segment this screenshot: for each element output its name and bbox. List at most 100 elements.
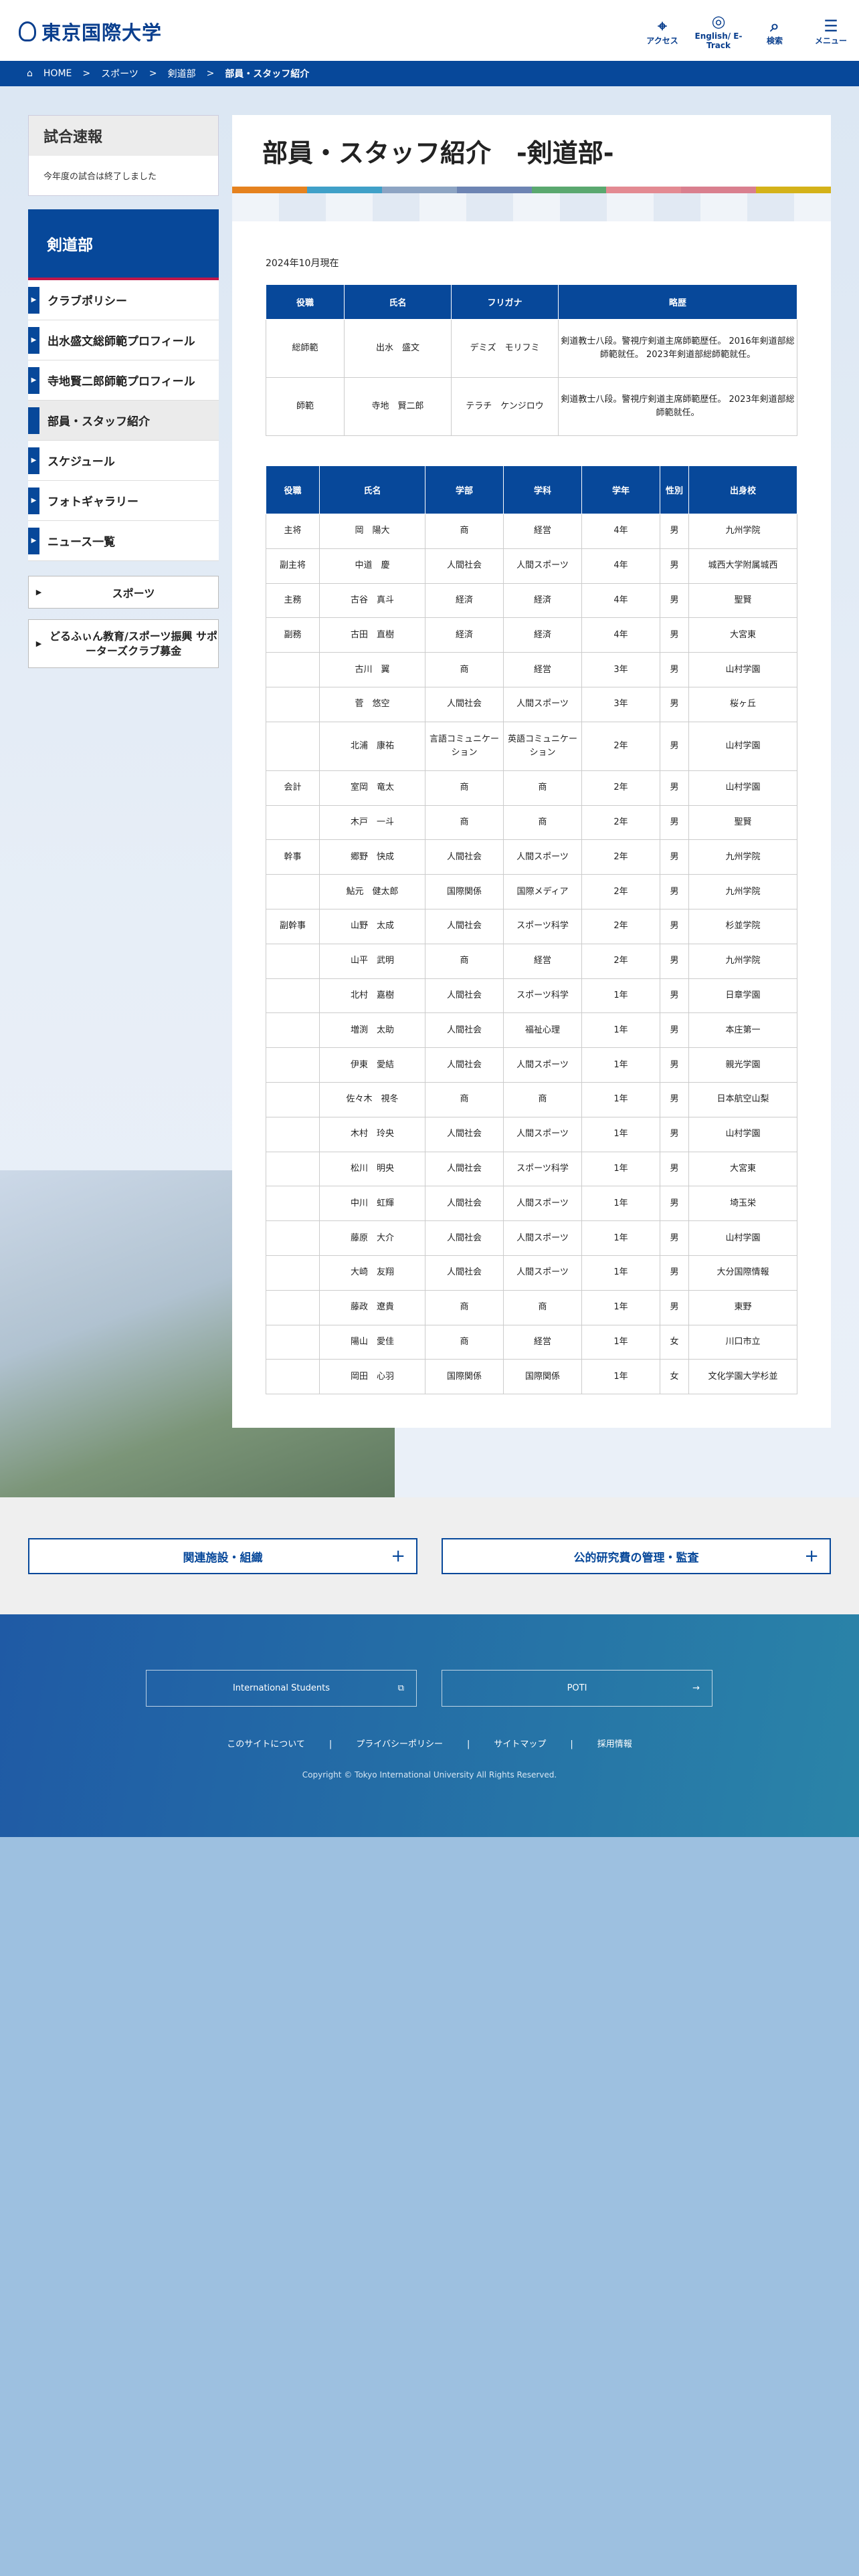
chevron-right-icon: ▶ xyxy=(35,588,42,597)
club-title[interactable]: 剣道部 xyxy=(28,209,219,280)
table-cell: 会計 xyxy=(266,770,320,806)
table-cell: 商 xyxy=(503,770,582,806)
sidebar-menu-item[interactable]: ▶ フォトギャラリー xyxy=(28,481,219,521)
sidebar-menu-item[interactable]: 部員・スタッフ紹介 xyxy=(28,401,219,441)
table-cell: 総師範 xyxy=(266,319,345,378)
support-fund-button[interactable]: ▶ どるふぃん教育/スポーツ振興 サポーターズクラブ募金 xyxy=(28,619,219,668)
table-cell xyxy=(266,1047,320,1083)
table-cell: 古田 直樹 xyxy=(319,617,425,653)
table-cell: 佐々木 視冬 xyxy=(319,1081,425,1117)
table-cell: 1年 xyxy=(581,1081,660,1117)
site-header: 東京国際大学 ⌖ アクセス ◎ English/ E-Track ⌕ 検索 ☰ メニュー xyxy=(0,0,859,61)
sports-button[interactable]: ▶ スポーツ xyxy=(28,576,219,609)
sidebar-menu-item[interactable]: ▶ 出水盛文総師範プロフィール xyxy=(28,320,219,360)
table-cell: 藤政 遼貴 xyxy=(319,1289,425,1325)
table-cell: 男 xyxy=(660,1081,689,1117)
table-cell xyxy=(266,1151,320,1187)
sidebar-menu-label: スケジュール xyxy=(47,455,115,469)
table-cell: 男 xyxy=(660,874,689,909)
table-row: 伊東 愛結 人間社会 人間スポーツ 1年男親光学園 xyxy=(266,1047,797,1083)
table-cell: 商 xyxy=(425,943,504,979)
breadcrumb-item: 部員・スタッフ紹介 xyxy=(225,69,310,80)
table-cell: 男 xyxy=(660,514,689,549)
breadcrumb-item[interactable]: スポーツ xyxy=(101,67,138,80)
international-students-button[interactable]: International Students ⧉ xyxy=(146,1670,417,1707)
table-cell: 1年 xyxy=(581,1151,660,1187)
research-funds-button[interactable]: 公的研究費の管理・監査 + xyxy=(442,1538,831,1574)
footer-link[interactable]: プライバシーポリシー xyxy=(356,1739,443,1749)
table-cell: 商 xyxy=(425,1081,504,1117)
table-cell: デミズ モリフミ xyxy=(451,319,559,378)
table-cell: 男 xyxy=(660,1151,689,1187)
table-cell: 人間スポーツ xyxy=(503,1255,582,1291)
header-menu-button[interactable]: ☰ メニュー xyxy=(803,0,859,61)
table-cell: 中道 慶 xyxy=(319,548,425,584)
search-icon: ⌕ xyxy=(770,16,779,35)
table-cell xyxy=(266,721,320,771)
logo-emblem-icon xyxy=(19,21,36,41)
table-cell: 中川 虹輝 xyxy=(319,1186,425,1222)
table-cell: 商 xyxy=(503,1289,582,1325)
table-header: 学年 xyxy=(581,465,660,514)
breadcrumb-item[interactable]: 剣道部 xyxy=(168,67,196,80)
chevron-right-icon: ▶ xyxy=(28,286,39,314)
university-logo[interactable]: 東京国際大学 xyxy=(19,17,162,45)
table-cell: 人間社会 xyxy=(425,548,504,584)
table-cell: 郷野 快成 xyxy=(319,839,425,875)
table-cell: 女 xyxy=(660,1359,689,1395)
sidebar-menu-item[interactable]: ▶ 寺地賢二郎師範プロフィール xyxy=(28,360,219,401)
table-cell: 3年 xyxy=(581,652,660,687)
staff-table: 役職 氏名 フリガナ 略歴 総師範 出水 盛文 デミズ モリフミ 剣道教士八段。警視庁剣道主… xyxy=(266,284,797,436)
table-cell: 人間社会 xyxy=(425,908,504,944)
plus-icon: + xyxy=(391,1546,405,1566)
poti-button[interactable]: POTI → xyxy=(442,1670,712,1707)
sidebar: 試合速報 今年度の試合は終了しました 剣道部 ▶ クラブポリシー ▶ 出水盛文総師範プ… xyxy=(28,115,219,668)
table-row: 増渕 太助 人間社会 福祉心理 1年男本庄第一 xyxy=(266,1012,797,1049)
breadcrumb-item[interactable]: HOME xyxy=(43,68,72,79)
table-cell: 1年 xyxy=(581,1255,660,1291)
table-cell: 商 xyxy=(425,770,504,806)
sidebar-menu-item[interactable]: ▶ スケジュール xyxy=(28,441,219,481)
footer-link[interactable]: サイトマップ xyxy=(494,1739,546,1749)
table-cell: 人間スポーツ xyxy=(503,1047,582,1083)
table-row: 主務 古谷 真斗 経済 経済 4年男聖賢 xyxy=(266,582,797,619)
table-cell: 2年 xyxy=(581,943,660,979)
table-row: 菅 悠空 人間社会 人間スポーツ 3年男桜ヶ丘 xyxy=(266,686,797,722)
table-cell: 松川 明央 xyxy=(319,1151,425,1187)
members-table: 役職 氏名 学部 学科 学年 性別 出身校 主将岡 陽大商経営 4年男九州学院 副主将 中道 慶人… xyxy=(266,465,797,1395)
table-cell xyxy=(266,978,320,1014)
table-cell: 鮎元 健太郎 xyxy=(319,874,425,909)
table-cell: 出水 盛文 xyxy=(344,319,452,378)
header-map-pin-button[interactable]: ⌖ アクセス xyxy=(634,0,690,61)
table-cell: 人間社会 xyxy=(425,1151,504,1187)
table-cell: 人間社会 xyxy=(425,839,504,875)
plus-icon: + xyxy=(804,1546,819,1566)
related-section: 関連施設・組織 + 公的研究費の管理・監査 + xyxy=(0,1497,859,1614)
table-cell: 大分国際情報 xyxy=(688,1255,797,1291)
table-cell: 伊東 愛結 xyxy=(319,1047,425,1083)
link-divider: | xyxy=(570,1739,573,1749)
header-search-button[interactable]: ⌕ 検索 xyxy=(747,0,803,61)
table-row: 鮎元 健太郎 国際関係 国際メディア 2年男九州学院 xyxy=(266,874,797,909)
related-facilities-button[interactable]: 関連施設・組織 + xyxy=(28,1538,417,1574)
table-cell: 経済 xyxy=(425,617,504,653)
table-cell: スポーツ科学 xyxy=(503,978,582,1014)
table-cell: 九州学院 xyxy=(688,943,797,979)
page-title: 部員・スタッフ紹介 -剣道部- xyxy=(262,138,614,168)
sidebar-menu-item[interactable]: ▶ クラブポリシー xyxy=(28,280,219,320)
sidebar-menu-item[interactable]: ▶ ニュース一覧 xyxy=(28,521,219,561)
footer-link[interactable]: 採用情報 xyxy=(597,1739,632,1749)
chevron-right-icon: ▶ xyxy=(28,487,39,514)
table-cell: 2年 xyxy=(581,770,660,806)
table-cell: 日章学園 xyxy=(688,978,797,1014)
table-cell: 聖賢 xyxy=(688,582,797,619)
table-cell: 男 xyxy=(660,582,689,619)
footer-link[interactable]: このサイトについて xyxy=(227,1739,305,1749)
table-cell: 寺地 賢二郎 xyxy=(344,377,452,436)
table-row: 陽山 愛佳商経営 1年女川口市立 xyxy=(266,1324,797,1360)
table-cell: 人間社会 xyxy=(425,1186,504,1222)
chevron-right-icon: ▶ xyxy=(28,527,39,554)
header-globe-button[interactable]: ◎ English/ E-Track xyxy=(690,0,747,61)
table-cell: 男 xyxy=(660,1255,689,1291)
table-cell xyxy=(266,652,320,687)
